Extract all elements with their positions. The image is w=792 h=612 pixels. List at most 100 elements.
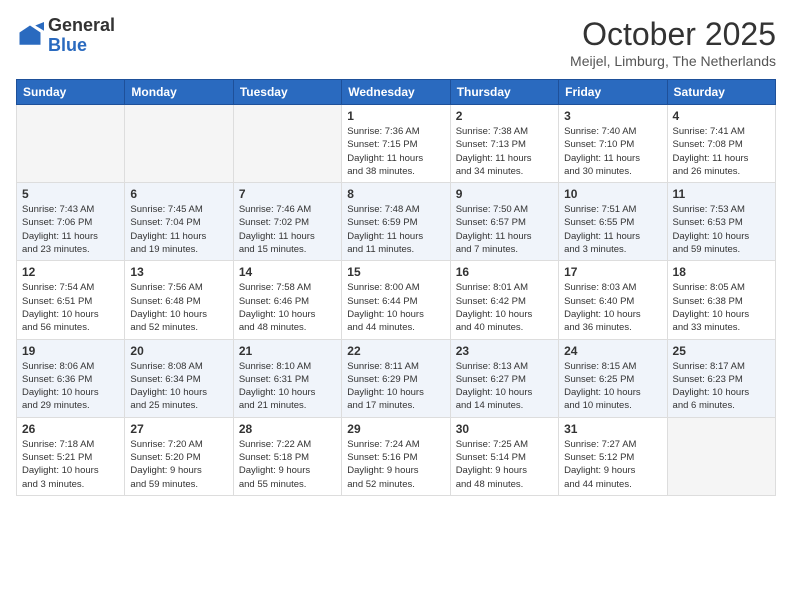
calendar-header-row: SundayMondayTuesdayWednesdayThursdayFrid…: [17, 80, 776, 105]
logo-blue-text: Blue: [48, 35, 87, 55]
calendar-cell: 8 Sunrise: 7:48 AM Sunset: 6:59 PM Daylig…: [342, 183, 450, 261]
calendar-cell: 2Sunrise: 7:38 AM Sunset: 7:13 PM Daylig…: [450, 105, 558, 183]
month-title: October 2025: [570, 16, 776, 53]
calendar-cell: 5Sunrise: 7:43 AM Sunset: 7:06 PM Daylig…: [17, 183, 125, 261]
day-info: Sunrise: 8:06 AM Sunset: 6:36 PM Dayligh…: [22, 360, 119, 413]
calendar-cell: 31 Sunrise: 7:27 AM Sunset: 5:12 PM Dayli…: [559, 417, 667, 495]
day-info: Sunrise: 7:58 AM Sunset: 6:46 PM Dayligh…: [239, 281, 336, 334]
calendar-cell: [233, 105, 341, 183]
day-number: 24: [564, 344, 661, 358]
day-info: Sunrise: 7:22 AM Sunset: 5:18 PM Dayligh…: [239, 438, 336, 491]
day-info: Sunrise: 7:41 AM Sunset: 7:08 PM Dayligh…: [673, 125, 770, 178]
page-header: General Blue October 2025 Meijel, Limbur…: [16, 16, 776, 69]
calendar-cell: 19Sunrise: 8:06 AM Sunset: 6:36 PM Dayli…: [17, 339, 125, 417]
logo: General Blue: [16, 16, 115, 56]
day-number: 17: [564, 265, 661, 279]
day-info: Sunrise: 7:45 AM Sunset: 7:04 PM Dayligh…: [130, 203, 227, 256]
day-info: Sunrise: 8:13 AM Sunset: 6:27 PM Dayligh…: [456, 360, 553, 413]
calendar-cell: [667, 417, 775, 495]
calendar-cell: 22 Sunrise: 8:11 AM Sunset: 6:29 PM Dayli…: [342, 339, 450, 417]
calendar-week-row: 5Sunrise: 7:43 AM Sunset: 7:06 PM Daylig…: [17, 183, 776, 261]
day-info: Sunrise: 8:11 AM Sunset: 6:29 PM Dayligh…: [347, 360, 444, 413]
day-info: Sunrise: 7:46 AM Sunset: 7:02 PM Dayligh…: [239, 203, 336, 256]
weekday-header: Sunday: [17, 80, 125, 105]
calendar-cell: 26 Sunrise: 7:18 AM Sunset: 5:21 PM Dayli…: [17, 417, 125, 495]
title-block: October 2025 Meijel, Limburg, The Nether…: [570, 16, 776, 69]
day-info: Sunrise: 7:50 AM Sunset: 6:57 PM Dayligh…: [456, 203, 553, 256]
calendar: SundayMondayTuesdayWednesdayThursdayFrid…: [16, 79, 776, 496]
calendar-cell: 6 Sunrise: 7:45 AM Sunset: 7:04 PM Daylig…: [125, 183, 233, 261]
calendar-cell: 25 Sunrise: 8:17 AM Sunset: 6:23 PM Dayli…: [667, 339, 775, 417]
day-number: 27: [130, 422, 227, 436]
weekday-header: Wednesday: [342, 80, 450, 105]
calendar-cell: 23 Sunrise: 8:13 AM Sunset: 6:27 PM Dayli…: [450, 339, 558, 417]
day-info: Sunrise: 7:43 AM Sunset: 7:06 PM Dayligh…: [22, 203, 119, 256]
day-number: 15: [347, 265, 444, 279]
calendar-week-row: 12Sunrise: 7:54 AM Sunset: 6:51 PM Dayli…: [17, 261, 776, 339]
calendar-cell: 20 Sunrise: 8:08 AM Sunset: 6:34 PM Dayli…: [125, 339, 233, 417]
day-info: Sunrise: 7:53 AM Sunset: 6:53 PM Dayligh…: [673, 203, 770, 256]
calendar-cell: [125, 105, 233, 183]
calendar-cell: 11Sunrise: 7:53 AM Sunset: 6:53 PM Dayli…: [667, 183, 775, 261]
calendar-cell: 29 Sunrise: 7:24 AM Sunset: 5:16 PM Dayli…: [342, 417, 450, 495]
calendar-cell: 16 Sunrise: 8:01 AM Sunset: 6:42 PM Dayli…: [450, 261, 558, 339]
day-info: Sunrise: 8:01 AM Sunset: 6:42 PM Dayligh…: [456, 281, 553, 334]
day-number: 26: [22, 422, 119, 436]
logo-general-text: General: [48, 15, 115, 35]
day-number: 3: [564, 109, 661, 123]
day-number: 23: [456, 344, 553, 358]
day-info: Sunrise: 7:25 AM Sunset: 5:14 PM Dayligh…: [456, 438, 553, 491]
day-number: 31: [564, 422, 661, 436]
day-info: Sunrise: 8:05 AM Sunset: 6:38 PM Dayligh…: [673, 281, 770, 334]
calendar-cell: 1 Sunrise: 7:36 AM Sunset: 7:15 PM Daylig…: [342, 105, 450, 183]
logo-icon: [16, 22, 44, 50]
day-info: Sunrise: 7:51 AM Sunset: 6:55 PM Dayligh…: [564, 203, 661, 256]
day-info: Sunrise: 7:56 AM Sunset: 6:48 PM Dayligh…: [130, 281, 227, 334]
weekday-header: Friday: [559, 80, 667, 105]
day-number: 30: [456, 422, 553, 436]
calendar-week-row: 26 Sunrise: 7:18 AM Sunset: 5:21 PM Dayli…: [17, 417, 776, 495]
day-number: 16: [456, 265, 553, 279]
day-number: 10: [564, 187, 661, 201]
day-number: 18: [673, 265, 770, 279]
calendar-cell: 14Sunrise: 7:58 AM Sunset: 6:46 PM Dayli…: [233, 261, 341, 339]
day-info: Sunrise: 7:38 AM Sunset: 7:13 PM Dayligh…: [456, 125, 553, 178]
day-info: Sunrise: 7:27 AM Sunset: 5:12 PM Dayligh…: [564, 438, 661, 491]
calendar-cell: 30 Sunrise: 7:25 AM Sunset: 5:14 PM Dayli…: [450, 417, 558, 495]
day-info: Sunrise: 7:36 AM Sunset: 7:15 PM Dayligh…: [347, 125, 444, 178]
day-info: Sunrise: 8:17 AM Sunset: 6:23 PM Dayligh…: [673, 360, 770, 413]
day-info: Sunrise: 7:20 AM Sunset: 5:20 PM Dayligh…: [130, 438, 227, 491]
calendar-cell: 15Sunrise: 8:00 AM Sunset: 6:44 PM Dayli…: [342, 261, 450, 339]
calendar-cell: 4 Sunrise: 7:41 AM Sunset: 7:08 PM Daylig…: [667, 105, 775, 183]
day-info: Sunrise: 8:10 AM Sunset: 6:31 PM Dayligh…: [239, 360, 336, 413]
day-number: 21: [239, 344, 336, 358]
day-number: 8: [347, 187, 444, 201]
day-number: 22: [347, 344, 444, 358]
weekday-header: Monday: [125, 80, 233, 105]
day-info: Sunrise: 7:24 AM Sunset: 5:16 PM Dayligh…: [347, 438, 444, 491]
calendar-cell: 13Sunrise: 7:56 AM Sunset: 6:48 PM Dayli…: [125, 261, 233, 339]
calendar-week-row: 1 Sunrise: 7:36 AM Sunset: 7:15 PM Daylig…: [17, 105, 776, 183]
day-info: Sunrise: 7:18 AM Sunset: 5:21 PM Dayligh…: [22, 438, 119, 491]
day-number: 28: [239, 422, 336, 436]
day-number: 9: [456, 187, 553, 201]
day-number: 20: [130, 344, 227, 358]
day-number: 25: [673, 344, 770, 358]
weekday-header: Thursday: [450, 80, 558, 105]
calendar-cell: 9 Sunrise: 7:50 AM Sunset: 6:57 PM Daylig…: [450, 183, 558, 261]
day-number: 4: [673, 109, 770, 123]
calendar-cell: 21 Sunrise: 8:10 AM Sunset: 6:31 PM Dayli…: [233, 339, 341, 417]
day-info: Sunrise: 7:48 AM Sunset: 6:59 PM Dayligh…: [347, 203, 444, 256]
day-number: 1: [347, 109, 444, 123]
day-info: Sunrise: 8:03 AM Sunset: 6:40 PM Dayligh…: [564, 281, 661, 334]
calendar-cell: 18 Sunrise: 8:05 AM Sunset: 6:38 PM Dayli…: [667, 261, 775, 339]
day-info: Sunrise: 7:54 AM Sunset: 6:51 PM Dayligh…: [22, 281, 119, 334]
day-number: 29: [347, 422, 444, 436]
day-info: Sunrise: 8:08 AM Sunset: 6:34 PM Dayligh…: [130, 360, 227, 413]
weekday-header: Tuesday: [233, 80, 341, 105]
calendar-cell: 7Sunrise: 7:46 AM Sunset: 7:02 PM Daylig…: [233, 183, 341, 261]
day-info: Sunrise: 8:15 AM Sunset: 6:25 PM Dayligh…: [564, 360, 661, 413]
calendar-cell: 12Sunrise: 7:54 AM Sunset: 6:51 PM Dayli…: [17, 261, 125, 339]
day-number: 6: [130, 187, 227, 201]
calendar-cell: 3Sunrise: 7:40 AM Sunset: 7:10 PM Daylig…: [559, 105, 667, 183]
